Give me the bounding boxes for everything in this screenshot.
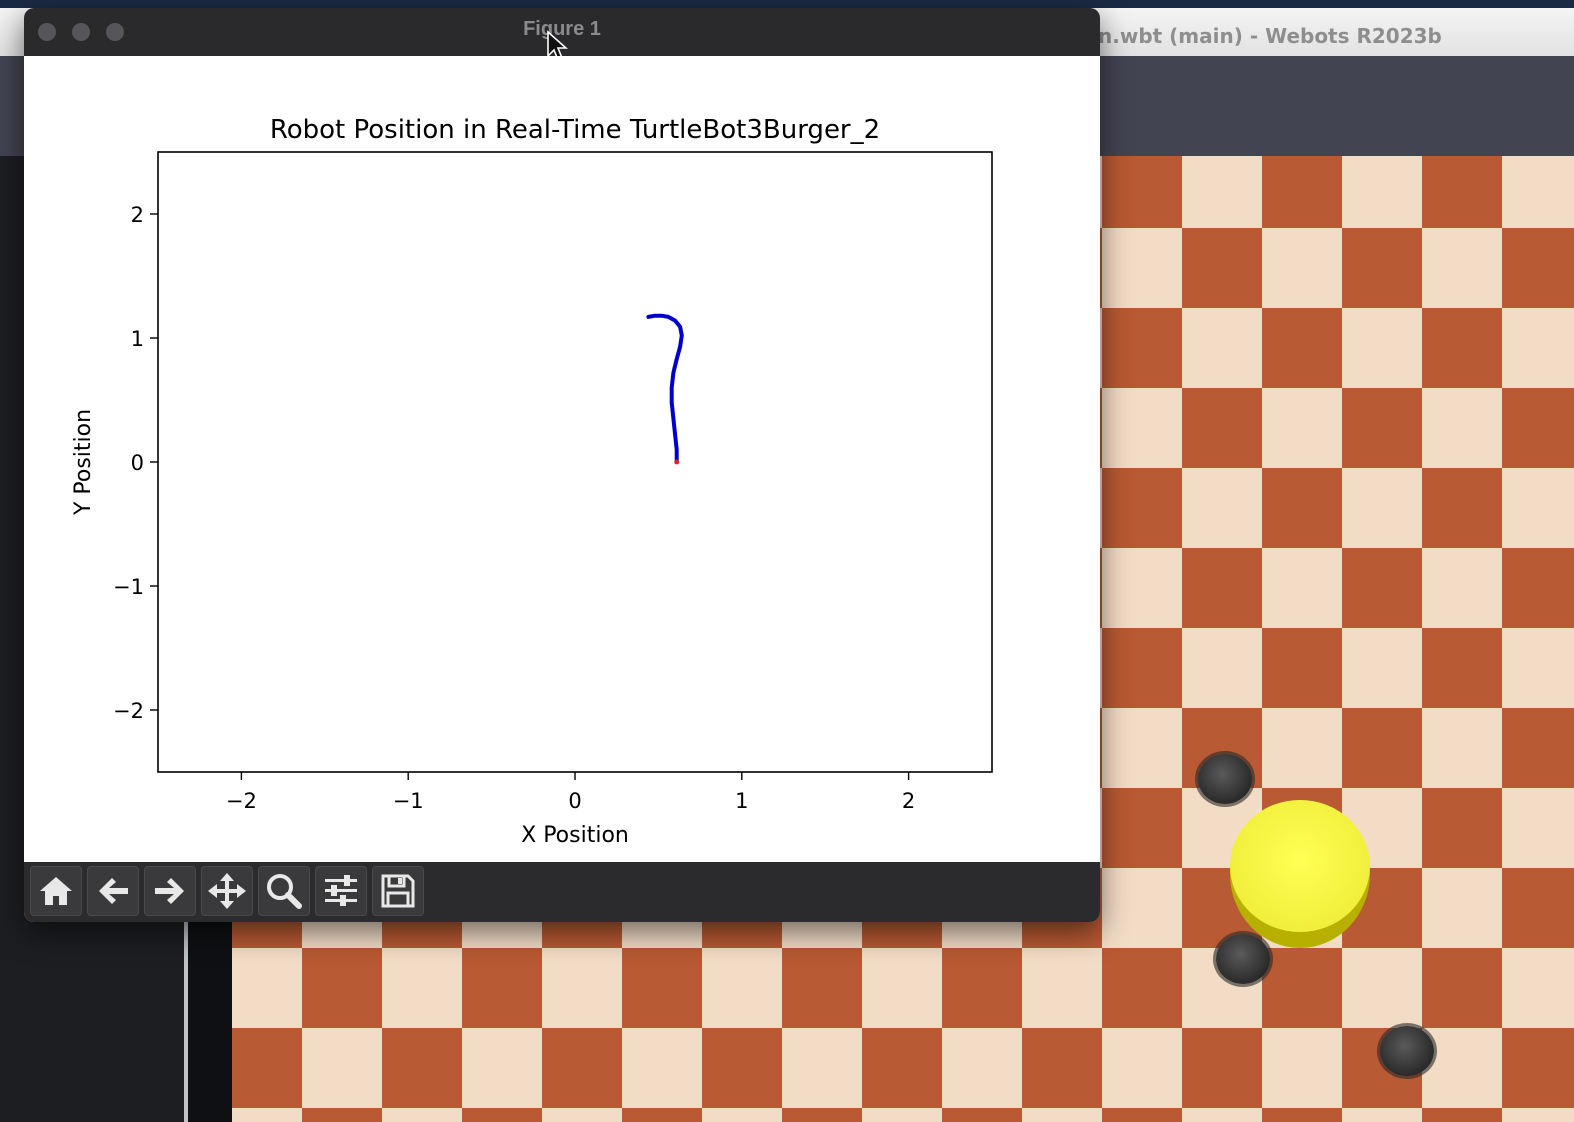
save-icon <box>381 874 415 908</box>
pan-icon <box>208 873 246 909</box>
axes-frame <box>157 151 993 773</box>
current-position-marker <box>674 459 680 465</box>
y-tick-label: −1 <box>113 575 144 599</box>
pan-button[interactable] <box>201 866 253 916</box>
forward-button[interactable] <box>144 866 196 916</box>
x-tick-label: −1 <box>393 789 424 813</box>
plot-canvas[interactable]: Robot Position in Real-Time TurtleBot3Bu… <box>24 56 1100 862</box>
x-tick-label: 0 <box>568 789 581 813</box>
back-arrow-icon <box>99 878 128 904</box>
chart-title: Robot Position in Real-Time TurtleBot3Bu… <box>270 115 880 145</box>
figure-navigation-toolbar <box>24 862 1100 922</box>
x-tick-label: −2 <box>226 789 257 813</box>
y-tick-label: 0 <box>131 451 144 475</box>
y-tick-label: 2 <box>131 203 144 227</box>
home-button[interactable] <box>30 866 82 916</box>
y-axis-label: Y Position <box>71 409 96 516</box>
panel-column <box>188 916 236 1122</box>
figure-titlebar[interactable]: Figure 1 <box>24 8 1100 62</box>
x-tick-label: 1 <box>735 789 748 813</box>
zoom-icon <box>267 874 302 909</box>
turtlebot-robot[interactable] <box>1216 934 1270 984</box>
figure-window: Figure 1 Robot Position in Real-Time Tur… <box>24 8 1100 922</box>
turtlebot-robot[interactable] <box>1198 754 1252 804</box>
y-tick-label: 1 <box>131 327 144 351</box>
back-button[interactable] <box>87 866 139 916</box>
line-chart[interactable]: Robot Position in Real-Time TurtleBot3Bu… <box>24 56 1100 862</box>
zoom-button[interactable] <box>258 866 310 916</box>
turtlebot-robot[interactable] <box>1380 1026 1434 1076</box>
x-axis-label: X Position <box>521 823 629 848</box>
x-tick-label: 2 <box>902 789 915 813</box>
configure-subplots-icon <box>325 875 357 906</box>
forward-arrow-icon <box>155 878 184 904</box>
home-icon <box>40 877 72 905</box>
save-button[interactable] <box>372 866 424 916</box>
yellow-cylinder-obstacle[interactable] <box>1230 800 1370 948</box>
configure-subplots-button[interactable] <box>315 866 367 916</box>
trajectory-line <box>646 313 684 464</box>
webots-window-title: n.wbt (main) - Webots R2023b <box>1098 24 1442 48</box>
y-tick-label: −2 <box>113 699 144 723</box>
